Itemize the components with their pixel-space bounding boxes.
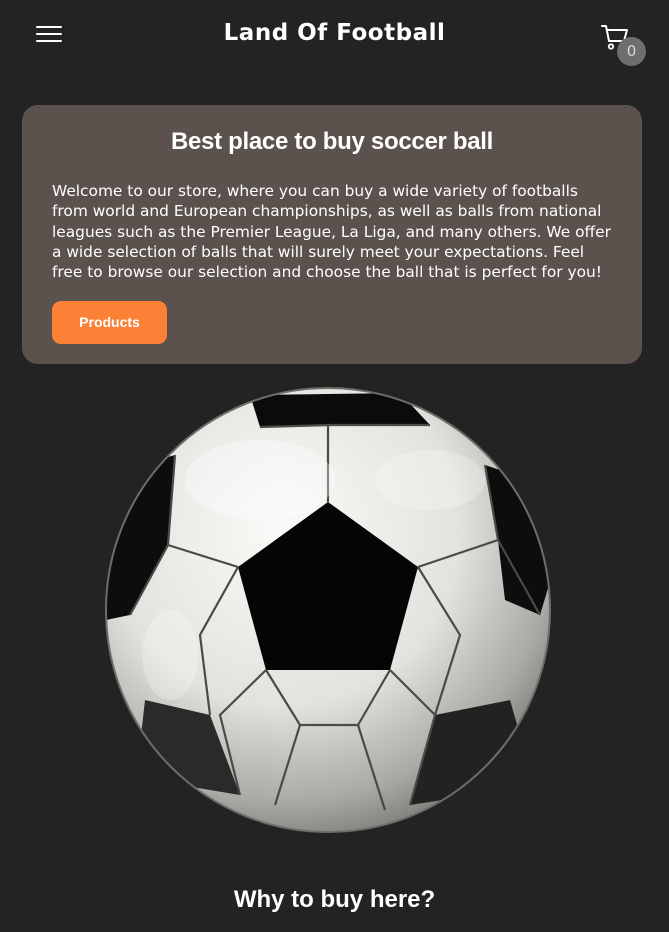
page: Land Of Football 0 Best place to buy soc… — [0, 0, 669, 932]
why-buy-section-title: Why to buy here? — [233, 886, 436, 913]
cart-count-badge: 0 — [617, 37, 646, 66]
hero-title: Best place to buy soccer ball — [170, 128, 494, 155]
hero-description: Welcome to our store, where you can buy … — [52, 182, 611, 282]
soccer-ball-image — [100, 385, 560, 835]
cart-button[interactable]: 0 — [598, 20, 648, 68]
site-title: Land Of Football — [223, 20, 446, 46]
products-button[interactable]: Products — [52, 301, 167, 344]
site-header: Land Of Football 0 — [0, 0, 669, 80]
